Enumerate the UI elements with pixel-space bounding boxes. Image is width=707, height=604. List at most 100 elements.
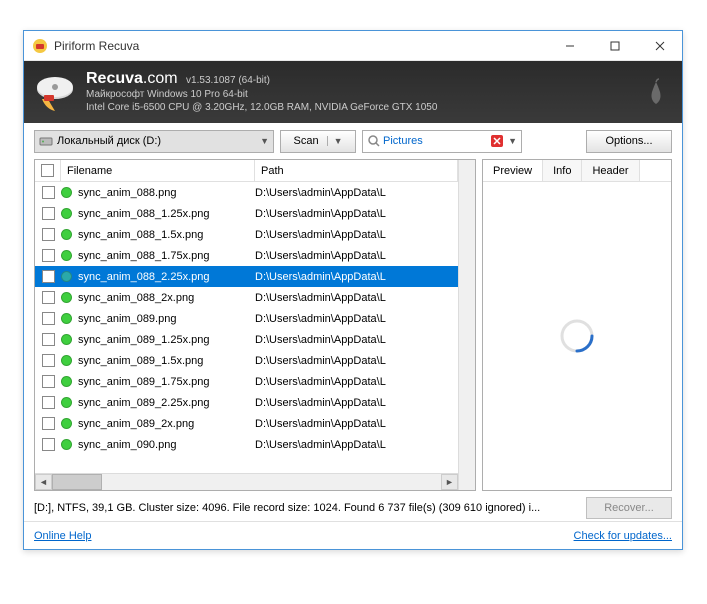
- file-row[interactable]: sync_anim_089_1.5x.pngD:\Users\admin\App…: [35, 350, 458, 371]
- window-title: Piriform Recuva: [54, 39, 547, 53]
- version-label: v1.53.1087 (64-bit): [186, 75, 270, 86]
- filename-text: sync_anim_088_2.25x.png: [78, 271, 209, 283]
- path-cell: D:\Users\admin\AppData\L: [255, 439, 458, 451]
- status-dot-icon: [61, 229, 72, 240]
- scroll-left-icon[interactable]: ◄: [35, 474, 52, 490]
- filename-text: sync_anim_088.png: [78, 187, 176, 199]
- filename-cell: sync_anim_090.png: [61, 439, 255, 451]
- row-checkbox[interactable]: [35, 291, 61, 304]
- scroll-right-icon[interactable]: ►: [441, 474, 458, 490]
- clear-filter-icon[interactable]: [490, 134, 504, 148]
- status-text: [D:], NTFS, 39,1 GB. Cluster size: 4096.…: [34, 502, 578, 514]
- row-checkbox[interactable]: [35, 438, 61, 451]
- preview-tabs: Preview Info Header: [483, 160, 671, 182]
- filename-cell: sync_anim_088_2.25x.png: [61, 271, 255, 283]
- online-help-link[interactable]: Online Help: [34, 530, 91, 542]
- row-checkbox[interactable]: [35, 207, 61, 220]
- file-row[interactable]: sync_anim_090.pngD:\Users\admin\AppData\…: [35, 434, 458, 455]
- close-button[interactable]: [637, 31, 682, 60]
- row-checkbox[interactable]: [35, 270, 61, 283]
- filename-text: sync_anim_089.png: [78, 313, 176, 325]
- file-row[interactable]: sync_anim_089_1.75x.png D:\Users\admin\Ap…: [35, 371, 458, 392]
- maximize-button[interactable]: [592, 31, 637, 60]
- minimize-button[interactable]: [547, 31, 592, 60]
- select-all-checkbox[interactable]: [35, 160, 61, 181]
- options-button[interactable]: Options...: [586, 130, 672, 153]
- path-cell: D:\Users\admin\AppData\L: [255, 250, 458, 262]
- row-checkbox[interactable]: [35, 396, 61, 409]
- row-checkbox[interactable]: [35, 417, 61, 430]
- status-dot-icon: [61, 418, 72, 429]
- path-cell: D:\Users\admin\AppData\L: [255, 376, 458, 388]
- row-checkbox[interactable]: [35, 375, 61, 388]
- row-checkbox[interactable]: [35, 333, 61, 346]
- recover-button[interactable]: Recover...: [586, 497, 672, 519]
- piriform-pear-icon: [640, 76, 672, 108]
- filename-cell: sync_anim_089_1.75x.png: [61, 376, 255, 388]
- file-row[interactable]: sync_anim_088_2x.pngD:\Users\admin\AppDa…: [35, 287, 458, 308]
- filename-text: sync_anim_088_1.25x.png: [78, 208, 209, 220]
- titlebar: Piriform Recuva: [24, 31, 682, 61]
- chevron-down-icon: ▼: [327, 136, 343, 146]
- filter-input[interactable]: Pictures ▼: [362, 130, 522, 153]
- filename-text: sync_anim_089_1.25x.png: [78, 334, 209, 346]
- file-row[interactable]: sync_anim_088_1.75x.pngD:\Users\admin\Ap…: [35, 245, 458, 266]
- scroll-thumb[interactable]: [52, 474, 102, 490]
- status-dot-icon: [61, 271, 72, 282]
- hardware-info: Intel Core i5-6500 CPU @ 3.20GHz, 12.0GB…: [86, 101, 640, 114]
- tab-info[interactable]: Info: [543, 160, 582, 181]
- file-row[interactable]: sync_anim_088_2.25x.png D:\Users\admin\Ap…: [35, 266, 458, 287]
- row-checkbox[interactable]: [35, 249, 61, 262]
- row-checkbox[interactable]: [35, 186, 61, 199]
- file-row[interactable]: sync_anim_089_2.25x.pngD:\Users\admin\Ap…: [35, 392, 458, 413]
- file-row[interactable]: sync_anim_088_1.5x.pngD:\Users\admin\App…: [35, 224, 458, 245]
- status-dot-icon: [61, 439, 72, 450]
- app-window: Piriform Recuva Recuva.com v1.53.1087 (6…: [23, 30, 683, 550]
- status-dot-icon: [61, 187, 72, 198]
- column-filename[interactable]: Filename: [61, 160, 255, 181]
- file-list[interactable]: sync_anim_088.png D:\Users\admin\AppData\…: [35, 182, 458, 473]
- status-dot-icon: [61, 208, 72, 219]
- preview-body: [483, 182, 671, 490]
- status-dot-icon: [61, 397, 72, 408]
- horizontal-scrollbar[interactable]: ◄ ►: [35, 473, 458, 490]
- file-list-panel: Filename Path sync_anim_088.png D:\Users\…: [34, 159, 476, 491]
- file-row[interactable]: sync_anim_088_1.25x.png D:\Users\admin\Ap…: [35, 203, 458, 224]
- path-cell: D:\Users\admin\AppData\L: [255, 271, 458, 283]
- drive-label: Локальный диск (D:): [57, 135, 161, 147]
- filename-cell: sync_anim_088_1.25x.png: [61, 208, 255, 220]
- path-cell: D:\Users\admin\AppData\L: [255, 208, 458, 220]
- chevron-down-icon: ▼: [508, 136, 517, 146]
- header-banner: Recuva.com v1.53.1087 (64-bit) Майкрософ…: [24, 61, 682, 123]
- filename-text: sync_anim_088_1.5x.png: [78, 229, 203, 241]
- row-checkbox[interactable]: [35, 312, 61, 325]
- file-row[interactable]: sync_anim_089.png D:\Users\admin\AppData\…: [35, 308, 458, 329]
- loading-spinner-icon: [557, 316, 597, 356]
- status-dot-icon: [61, 334, 72, 345]
- column-path[interactable]: Path: [255, 160, 458, 181]
- filename-cell: sync_anim_088_1.5x.png: [61, 229, 255, 241]
- tab-preview[interactable]: Preview: [483, 160, 543, 181]
- vertical-scrollbar[interactable]: [458, 160, 475, 490]
- scan-button[interactable]: Scan ▼: [280, 130, 356, 153]
- path-cell: D:\Users\admin\AppData\L: [255, 292, 458, 304]
- brand-name: Recuva: [86, 70, 143, 87]
- status-dot-icon: [61, 292, 72, 303]
- filename-text: sync_anim_089_1.75x.png: [78, 376, 209, 388]
- filename-cell: sync_anim_089_2x.png: [61, 418, 255, 430]
- drive-select[interactable]: Локальный диск (D:) ▼: [34, 130, 274, 153]
- drive-icon: [39, 134, 53, 148]
- toolbar: Локальный диск (D:) ▼ Scan ▼ Pictures ▼ …: [24, 123, 682, 159]
- filename-text: sync_anim_089_2x.png: [78, 418, 194, 430]
- search-icon: [367, 134, 381, 148]
- file-row[interactable]: sync_anim_089_1.25x.pngD:\Users\admin\Ap…: [35, 329, 458, 350]
- file-row[interactable]: sync_anim_088.pngD:\Users\admin\AppData\…: [35, 182, 458, 203]
- row-checkbox[interactable]: [35, 228, 61, 241]
- tab-header[interactable]: Header: [582, 160, 639, 181]
- file-row[interactable]: sync_anim_089_2x.pngD:\Users\admin\AppDa…: [35, 413, 458, 434]
- check-updates-link[interactable]: Check for updates...: [574, 530, 672, 542]
- app-icon: [32, 38, 48, 54]
- row-checkbox[interactable]: [35, 354, 61, 367]
- path-cell: D:\Users\admin\AppData\L: [255, 313, 458, 325]
- column-headers: Filename Path: [35, 160, 458, 182]
